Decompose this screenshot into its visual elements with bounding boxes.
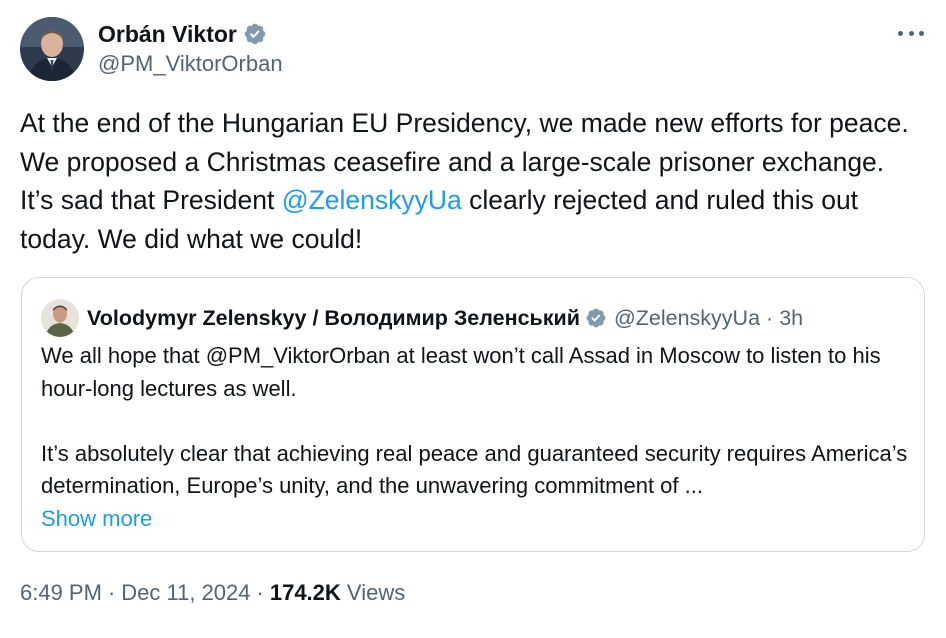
- author-handle[interactable]: @PM_ViktorOrban: [98, 51, 283, 77]
- quoted-tweet-body: We all hope that @PM_ViktorOrban at leas…: [41, 340, 911, 535]
- quoted-tweet-time[interactable]: 3h: [779, 306, 803, 331]
- tweet-time[interactable]: 6:49 PM: [20, 580, 102, 605]
- quoted-author-handle[interactable]: @ZelenskyyUa: [614, 306, 760, 331]
- quoted-tweet-header: Volodymyr Zelenskyy / Володимир Зеленськ…: [41, 299, 803, 337]
- quoted-author-name[interactable]: Volodymyr Zelenskyy / Володимир Зеленськ…: [87, 306, 580, 331]
- tweet-date[interactable]: Dec 11, 2024: [121, 580, 250, 605]
- quoted-paragraph: It’s absolutely clear that achieving rea…: [41, 440, 908, 499]
- views-label: Views: [346, 580, 406, 605]
- author-name-row: Orbán Viktor: [98, 19, 283, 49]
- quoted-author-avatar-image: [41, 299, 79, 337]
- verified-badge-icon[interactable]: [585, 307, 607, 329]
- show-more-link[interactable]: Show more: [41, 503, 152, 536]
- tweet-view: Orbán Viktor @PM_ViktorOrban At the end …: [0, 0, 946, 638]
- tweet-meta: 6:49 PM · Dec 11, 2024 · 174.2K Views: [20, 580, 405, 606]
- tweet-mention-link[interactable]: @ZelenskyyUa: [282, 185, 462, 215]
- more-dot: [908, 30, 914, 36]
- more-options-icon[interactable]: [898, 22, 924, 44]
- author-name[interactable]: Orbán Viktor: [98, 21, 237, 48]
- more-dot: [919, 30, 924, 36]
- author-block: Orbán Viktor @PM_ViktorOrban: [98, 19, 283, 77]
- quoted-tweet-card[interactable]: Volodymyr Zelenskyy / Володимир Зеленськ…: [21, 277, 925, 552]
- views-count: 174.2K: [269, 580, 341, 605]
- tweet-text: At the end of the Hungarian EU Presidenc…: [20, 104, 920, 258]
- author-avatar[interactable]: [20, 17, 84, 81]
- separator-dot: ·: [107, 580, 116, 605]
- separator-dot: ·: [256, 580, 264, 605]
- author-avatar-image: [20, 17, 84, 81]
- verified-badge-icon[interactable]: [243, 22, 267, 46]
- quoted-author-avatar[interactable]: [41, 299, 79, 337]
- separator-dot: ·: [766, 305, 774, 330]
- more-dot: [898, 30, 903, 36]
- quoted-paragraph: We all hope that @PM_ViktorOrban at leas…: [41, 343, 881, 401]
